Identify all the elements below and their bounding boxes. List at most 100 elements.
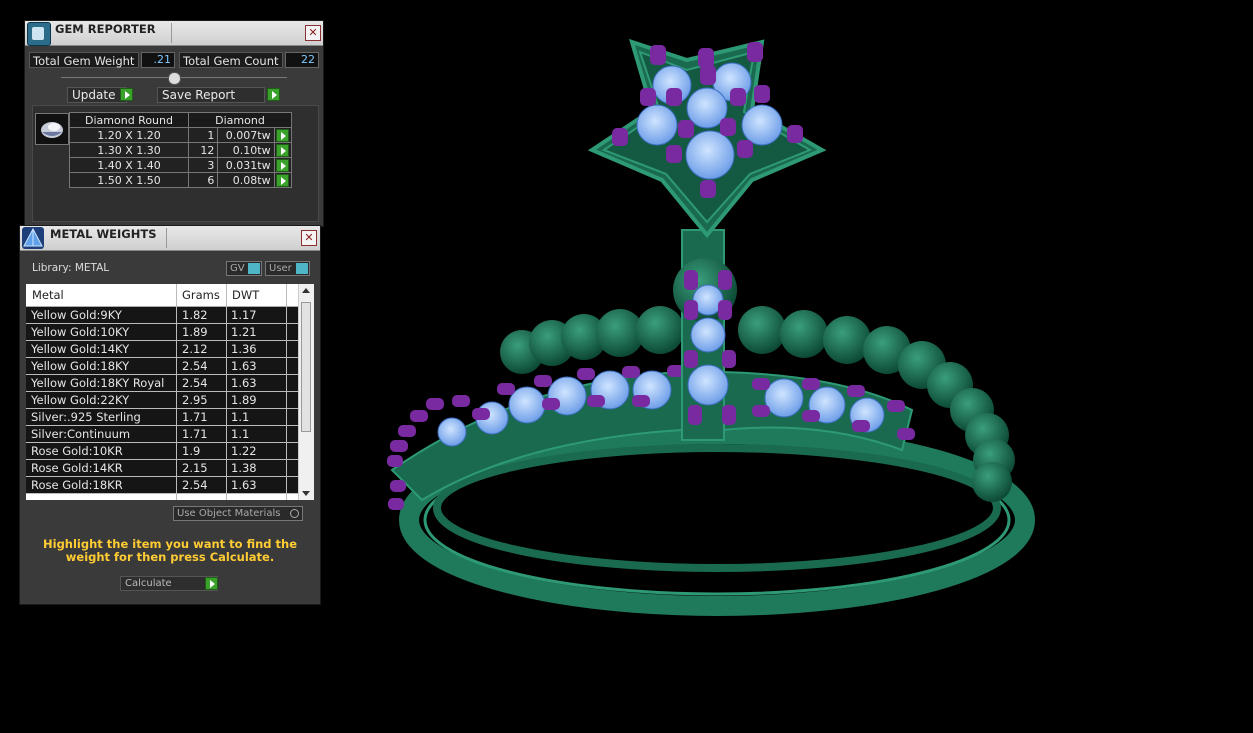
metal-weights-table: Metal Grams DWT Yellow Gold:9KY 1.82 1.17 Y… bbox=[26, 284, 314, 500]
table-row[interactable]: Rose Gold:10KR 1.9 1.22 bbox=[26, 443, 298, 460]
metal-cell-grams: 1.71 bbox=[182, 410, 208, 424]
gem-reporter-app-icon bbox=[27, 22, 51, 46]
column-header-dwt[interactable]: DWT bbox=[232, 288, 259, 302]
metal-cell-grams: 2.54 bbox=[182, 478, 208, 492]
row-go-icon[interactable] bbox=[273, 142, 293, 158]
table-row[interactable]: Yellow Gold:9KY 1.82 1.17 bbox=[26, 307, 298, 324]
gem-count: 6 bbox=[187, 172, 219, 188]
table-row[interactable]: Yellow Gold:10KY 1.89 1.21 bbox=[26, 324, 298, 341]
metal-weights-titlebar[interactable]: METAL WEIGHTS ✕ bbox=[20, 226, 320, 251]
table-row[interactable]: 1.40 X 1.40 3 0.031tw bbox=[69, 157, 293, 173]
gem-weight: 0.031tw bbox=[217, 157, 275, 173]
scroll-up-arrow-icon[interactable] bbox=[302, 288, 310, 293]
viewport-3d[interactable] bbox=[322, 0, 1253, 729]
metal-cell-grams: 1.71 bbox=[182, 427, 208, 441]
scroll-thumb[interactable] bbox=[301, 302, 311, 432]
metal-cell-metal: Yellow Gold:14KY bbox=[31, 342, 130, 356]
metal-cell-dwt: 1.36 bbox=[231, 342, 257, 356]
column-header-diamond: Diamond bbox=[188, 112, 292, 128]
gem-count: 1 bbox=[187, 127, 219, 143]
table-row[interactable]: Silver:Continuum 1.71 1.1 bbox=[26, 426, 298, 443]
table-row[interactable]: Silver:.925 Sterling 1.71 1.1 bbox=[26, 409, 298, 426]
column-header-grams[interactable]: Grams bbox=[182, 288, 220, 302]
metal-cell-dwt: 1.89 bbox=[231, 393, 257, 407]
calculate-hint: Highlight the item you want to find the … bbox=[43, 537, 297, 564]
metal-weights-close-button[interactable]: ✕ bbox=[301, 230, 317, 246]
metal-cell-grams: 2.12 bbox=[182, 342, 208, 356]
row-go-icon[interactable] bbox=[273, 157, 293, 173]
gem-reporter-titlebar[interactable]: GEM REPORTER ✕ bbox=[25, 21, 323, 46]
total-gem-count-label: Total Gem Count bbox=[179, 52, 283, 68]
metal-cell-metal: Yellow Gold:18KY bbox=[31, 359, 130, 373]
gem-table-area: Diamond Round Diamond 1.20 X 1.20 1 0.00… bbox=[32, 105, 319, 222]
metal-cell-grams: 2.15 bbox=[182, 461, 208, 475]
metal-cell-metal: Silver:.925 Sterling bbox=[31, 410, 141, 424]
metal-cell-grams: 2.54 bbox=[182, 359, 208, 373]
metal-cell-metal: Rose Gold:14KR bbox=[31, 461, 123, 475]
table-row[interactable]: 1.20 X 1.20 1 0.007tw bbox=[69, 127, 293, 143]
user-toggle-label: User bbox=[269, 263, 292, 274]
row-go-icon[interactable] bbox=[273, 172, 293, 188]
metal-cell-metal: Yellow Gold:18KY Royal bbox=[31, 376, 165, 390]
total-gem-weight-label: Total Gem Weight bbox=[29, 52, 139, 68]
gem-reporter-close-button[interactable]: ✕ bbox=[305, 25, 321, 41]
gem-count: 3 bbox=[187, 157, 219, 173]
metal-table-scrollbar[interactable] bbox=[298, 284, 314, 500]
gem-size: 1.30 X 1.30 bbox=[69, 142, 189, 158]
slider-handle[interactable] bbox=[168, 72, 181, 85]
metal-cell-dwt: 1.17 bbox=[231, 308, 257, 322]
total-gem-weight-value: .21 bbox=[141, 52, 175, 68]
diamond-round-icon bbox=[35, 113, 69, 145]
metal-cell-metal: Rose Gold:10KR bbox=[31, 444, 123, 458]
table-row[interactable]: Yellow Gold:22KY 2.95 1.89 bbox=[26, 392, 298, 409]
save-report-button[interactable]: Save Report bbox=[157, 87, 265, 103]
metal-cell-grams: 1.82 bbox=[182, 308, 208, 322]
radio-circle-icon[interactable] bbox=[290, 509, 299, 518]
gv-toggle[interactable]: GV bbox=[226, 261, 262, 276]
metal-cell-metal: Yellow Gold:10KY bbox=[31, 325, 130, 339]
metal-cell-dwt: 1.1 bbox=[231, 410, 250, 424]
gem-summary-table: Diamond Round Diamond 1.20 X 1.20 1 0.00… bbox=[69, 112, 293, 188]
metal-cell-grams: 2.95 bbox=[182, 393, 208, 407]
library-label: Library: METAL bbox=[32, 262, 110, 274]
metal-cell-dwt: 1.63 bbox=[231, 376, 257, 390]
user-toggle[interactable]: User bbox=[265, 261, 310, 276]
update-go-icon[interactable] bbox=[120, 88, 133, 101]
metal-cell-dwt: 1.38 bbox=[231, 461, 257, 475]
table-row[interactable]: Rose Gold:14KR 2.15 1.38 bbox=[26, 460, 298, 477]
metal-weights-app-icon bbox=[22, 227, 44, 249]
metal-cell-grams: 1.89 bbox=[182, 325, 208, 339]
metal-cell-metal: Rose Gold:18KR bbox=[31, 478, 123, 492]
table-row[interactable]: Yellow Gold:18KY 2.54 1.63 bbox=[26, 358, 298, 375]
gem-reporter-title: GEM REPORTER bbox=[55, 22, 156, 36]
gem-weight: 0.007tw bbox=[217, 127, 275, 143]
ring-model-render bbox=[387, 38, 1035, 616]
metal-cell-dwt: 1.22 bbox=[231, 444, 257, 458]
column-header-metal[interactable]: Metal bbox=[32, 288, 64, 302]
metal-table-header: Metal Grams DWT bbox=[26, 284, 298, 307]
save-report-go-icon[interactable] bbox=[267, 88, 280, 101]
table-row[interactable]: Yellow Gold:18KY Royal 2.54 1.63 bbox=[26, 375, 298, 392]
update-button[interactable]: Update bbox=[67, 87, 127, 103]
metal-cell-grams: 1.9 bbox=[182, 444, 201, 458]
metal-cell-grams: 2.54 bbox=[182, 376, 208, 390]
metal-cell-dwt: 1.63 bbox=[231, 478, 257, 492]
metal-cell-dwt: 1.1 bbox=[231, 427, 250, 441]
table-row[interactable]: 1.30 X 1.30 12 0.10tw bbox=[69, 142, 293, 158]
gem-size: 1.40 X 1.40 bbox=[69, 157, 189, 173]
gem-size: 1.20 X 1.20 bbox=[69, 127, 189, 143]
gv-toggle-label: GV bbox=[230, 263, 245, 274]
table-row[interactable]: Rose Gold:18KR 2.54 1.63 bbox=[26, 477, 298, 494]
use-object-materials-checkbox[interactable]: Use Object Materials bbox=[173, 506, 303, 521]
calculate-button[interactable]: Calculate bbox=[120, 576, 218, 591]
metal-weights-title: METAL WEIGHTS bbox=[50, 227, 157, 241]
scroll-down-arrow-icon[interactable] bbox=[302, 491, 310, 496]
metal-rows: Yellow Gold:9KY 1.82 1.17 Yellow Gold:10KY 1… bbox=[26, 307, 298, 494]
calculate-button-label: Calculate bbox=[125, 578, 172, 589]
metal-cell-metal: Yellow Gold:22KY bbox=[31, 393, 130, 407]
gem-weight: 0.10tw bbox=[217, 142, 275, 158]
table-row[interactable]: 1.50 X 1.50 6 0.08tw bbox=[69, 172, 293, 188]
row-go-icon[interactable] bbox=[273, 127, 293, 143]
calculate-go-icon[interactable] bbox=[205, 577, 218, 590]
table-row[interactable]: Yellow Gold:14KY 2.12 1.36 bbox=[26, 341, 298, 358]
